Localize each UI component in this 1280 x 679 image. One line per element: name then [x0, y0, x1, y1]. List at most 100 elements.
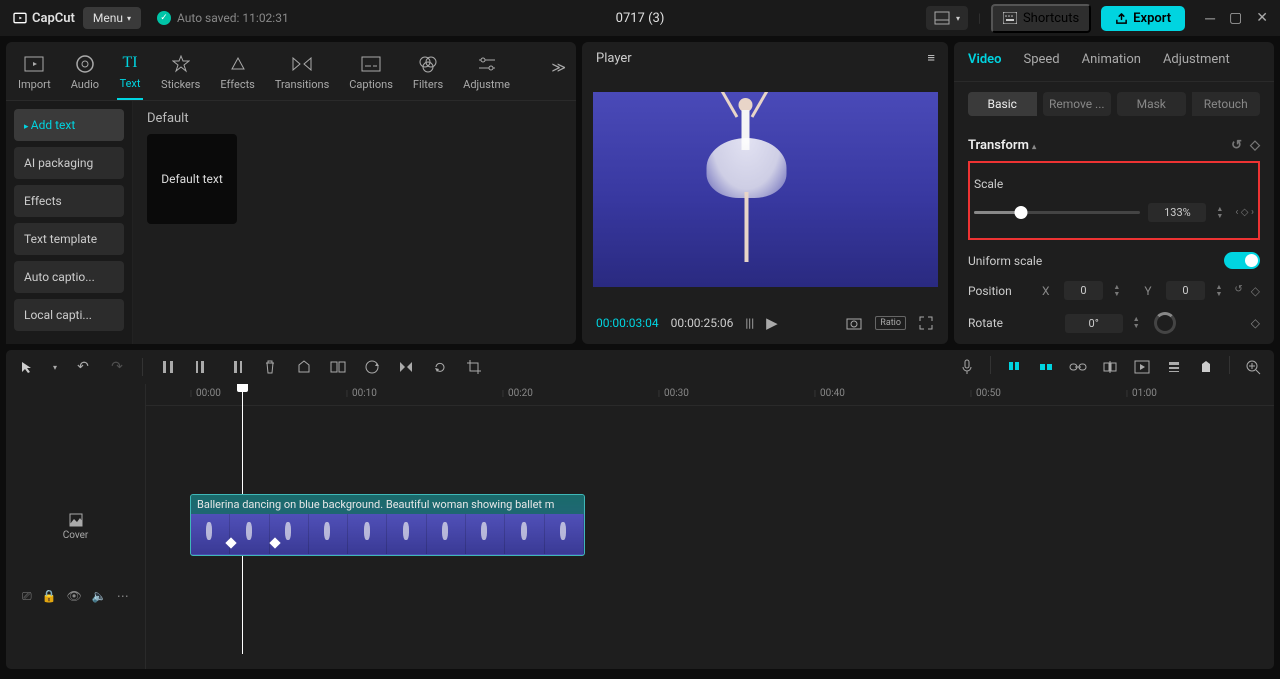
- timeline-ruler[interactable]: 00:00 00:10 00:20 00:30 00:40 00:50 01:0…: [146, 384, 1274, 406]
- player-menu-icon[interactable]: ≡: [927, 50, 934, 66]
- cursor-dropdown[interactable]: ▾: [50, 356, 60, 378]
- video-preview[interactable]: [593, 92, 938, 287]
- uniform-scale-toggle[interactable]: [1224, 252, 1260, 269]
- tab-adjust[interactable]: Adjustme: [461, 49, 512, 99]
- preview-tool[interactable]: [1131, 356, 1153, 378]
- cursor-marker-tool[interactable]: [1195, 356, 1217, 378]
- loop-tool[interactable]: [361, 356, 383, 378]
- captions-icon: [360, 53, 382, 75]
- compare-lines-icon[interactable]: |||: [745, 316, 754, 330]
- position-x-value[interactable]: 0: [1064, 281, 1104, 300]
- adjust-icon: [476, 53, 498, 75]
- effects-icon: [227, 53, 249, 75]
- mic-icon[interactable]: [956, 356, 978, 378]
- rotate-value[interactable]: 0°: [1065, 314, 1123, 333]
- tab-transitions[interactable]: Transitions: [273, 49, 331, 99]
- side-localcaptions[interactable]: Local capti...: [14, 299, 124, 331]
- text-icon: TI: [119, 52, 141, 74]
- delete-tool[interactable]: [259, 356, 281, 378]
- window-minimize[interactable]: ─: [1205, 10, 1215, 27]
- rotate-keyframe-icon[interactable]: ◇: [1251, 316, 1260, 330]
- rtab-speed[interactable]: Speed: [1024, 52, 1060, 73]
- side-effects[interactable]: Effects: [14, 185, 124, 217]
- undo-button[interactable]: ↶: [72, 356, 94, 378]
- rtab-adjustment[interactable]: Adjustment: [1163, 52, 1230, 73]
- y-stepper[interactable]: ▲▼: [1215, 284, 1222, 298]
- tab-stickers[interactable]: Stickers: [159, 49, 202, 99]
- rotate-tool[interactable]: [429, 356, 451, 378]
- track-pin-icon[interactable]: ⎚: [22, 589, 32, 604]
- reset-icon[interactable]: ↺: [1231, 138, 1242, 153]
- rotate-stepper[interactable]: ▲▼: [1133, 316, 1140, 330]
- export-button[interactable]: Export: [1101, 6, 1185, 31]
- scale-slider[interactable]: [974, 211, 1140, 214]
- zoom-timeline[interactable]: [1242, 356, 1264, 378]
- trim-right-tool[interactable]: [225, 356, 247, 378]
- cover-button[interactable]: Cover: [59, 510, 93, 544]
- position-keyframe-icon[interactable]: ◇: [1251, 284, 1260, 298]
- fullscreen-icon[interactable]: [918, 315, 934, 331]
- crop-tool[interactable]: [463, 356, 485, 378]
- keyframe-icon[interactable]: ◇: [1250, 138, 1260, 153]
- side-template[interactable]: Text template: [14, 223, 124, 255]
- link-tool[interactable]: [1067, 356, 1089, 378]
- player-play-button[interactable]: ▶: [766, 314, 778, 332]
- default-text-thumb[interactable]: Default text: [147, 134, 237, 224]
- app-logo: CapCut: [12, 10, 75, 26]
- compound-tool[interactable]: [327, 356, 349, 378]
- window-close[interactable]: ✕: [1256, 10, 1268, 27]
- video-clip[interactable]: Ballerina dancing on blue background. Be…: [190, 494, 585, 556]
- timecode-total: 00:00:25:06: [671, 316, 734, 330]
- track-audio-icon[interactable]: 🔈: [92, 589, 107, 604]
- rsub-retouch[interactable]: Retouch: [1192, 92, 1261, 116]
- trim-left-tool[interactable]: [191, 356, 213, 378]
- marker-tool[interactable]: [293, 356, 315, 378]
- mirror-tool[interactable]: [395, 356, 417, 378]
- tab-effects[interactable]: Effects: [218, 49, 257, 99]
- timecode-current: 00:00:03:04: [596, 316, 659, 330]
- cursor-tool[interactable]: [16, 356, 38, 378]
- snapshot-icon[interactable]: [845, 315, 863, 331]
- scale-stepper[interactable]: ▲▼: [1216, 206, 1223, 220]
- import-icon: [23, 53, 45, 75]
- rsub-mask[interactable]: Mask: [1117, 92, 1186, 116]
- tab-import[interactable]: Import: [16, 49, 53, 99]
- rsub-basic[interactable]: Basic: [968, 92, 1037, 116]
- rotate-dial[interactable]: [1154, 312, 1176, 334]
- ratio-button[interactable]: Ratio: [875, 316, 906, 330]
- side-autocaptions[interactable]: Auto captio...: [14, 261, 124, 293]
- layout-button[interactable]: ▾: [926, 6, 968, 30]
- window-maximize[interactable]: ▢: [1229, 10, 1242, 27]
- shortcuts-button[interactable]: Shortcuts: [991, 4, 1091, 33]
- tabs-more-icon[interactable]: ≫: [551, 60, 566, 76]
- side-ai-packaging[interactable]: AI packaging: [14, 147, 124, 179]
- track-collapse-tool[interactable]: [1163, 356, 1185, 378]
- tab-audio[interactable]: Audio: [69, 49, 101, 99]
- x-axis-label: X: [1036, 284, 1056, 298]
- rtab-video[interactable]: Video: [968, 52, 1002, 73]
- split-tool[interactable]: [157, 356, 179, 378]
- scale-label: Scale: [974, 177, 1034, 191]
- position-y-value[interactable]: 0: [1166, 281, 1206, 300]
- track-lock-icon[interactable]: 🔒: [42, 589, 57, 604]
- align-tool[interactable]: [1099, 356, 1121, 378]
- uniform-scale-label: Uniform scale: [968, 254, 1216, 268]
- tab-text[interactable]: TIText: [117, 48, 143, 100]
- tab-captions[interactable]: Captions: [347, 49, 395, 99]
- scale-highlight: Scale 133% ▲▼ ‹ ◇ ›: [968, 161, 1260, 240]
- transform-title[interactable]: Transform ▴: [968, 138, 1036, 153]
- rsub-remove[interactable]: Remove ...: [1043, 92, 1112, 116]
- track-more-icon[interactable]: ⋯: [117, 589, 129, 604]
- snap-tool[interactable]: [1035, 356, 1057, 378]
- scale-keyframe-nav[interactable]: ‹ ◇ ›: [1235, 207, 1254, 218]
- x-stepper[interactable]: ▲▼: [1113, 284, 1120, 298]
- menu-button[interactable]: Menu▾: [83, 7, 141, 29]
- side-add-text[interactable]: Add text: [14, 109, 124, 141]
- redo-button[interactable]: ↷: [106, 356, 128, 378]
- track-visible-icon[interactable]: 👁: [67, 589, 82, 604]
- magnet-tool[interactable]: [1003, 356, 1025, 378]
- position-reset-icon[interactable]: ↺: [1234, 284, 1242, 298]
- rtab-animation[interactable]: Animation: [1082, 52, 1141, 73]
- scale-value[interactable]: 133%: [1148, 203, 1206, 222]
- tab-filters[interactable]: Filters: [411, 49, 445, 99]
